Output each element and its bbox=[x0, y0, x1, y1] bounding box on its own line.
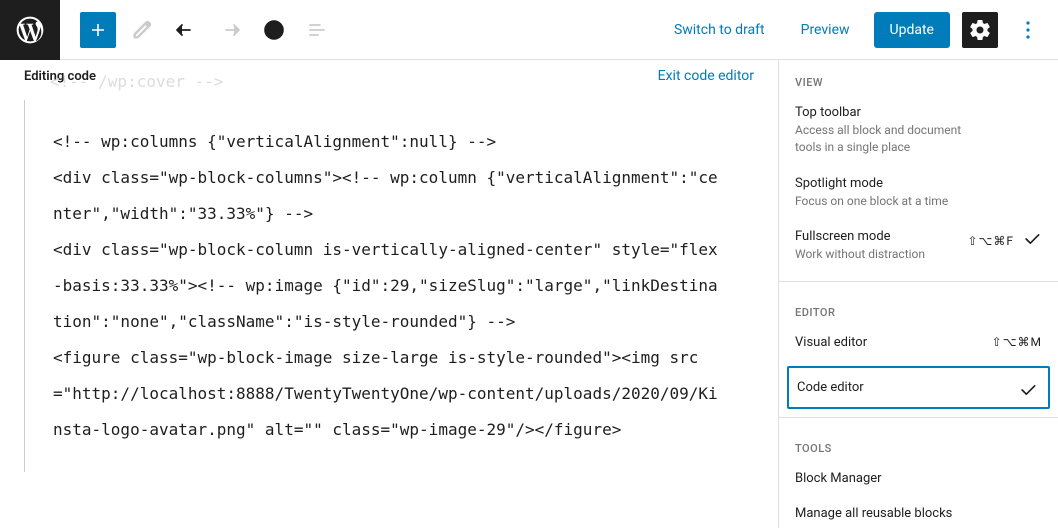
redo-button bbox=[212, 12, 248, 48]
spotlight-desc: Focus on one block at a time bbox=[795, 193, 965, 210]
divider bbox=[779, 281, 1058, 282]
spotlight-mode-option[interactable]: Spotlight mode Focus on one block at a t… bbox=[779, 166, 1058, 220]
wordpress-icon bbox=[14, 14, 46, 46]
list-icon bbox=[306, 18, 330, 42]
add-block-button[interactable] bbox=[80, 12, 116, 48]
options-sidebar: View Top toolbar Access all block and do… bbox=[778, 60, 1058, 528]
pencil-icon bbox=[130, 18, 154, 42]
code-content[interactable]: <!-- wp:columns {"verticalAlignment":nul… bbox=[53, 124, 726, 448]
fullscreen-desc: Work without distraction bbox=[795, 246, 965, 263]
redo-icon bbox=[218, 18, 242, 42]
more-options-button[interactable] bbox=[1010, 12, 1046, 48]
code-editor[interactable]: <!-- wp:columns {"verticalAlignment":nul… bbox=[24, 100, 754, 472]
editor-section-label: Editor bbox=[779, 290, 1058, 325]
preview-link[interactable]: Preview bbox=[789, 14, 862, 46]
top-toolbar-desc: Access all block and document tools in a… bbox=[795, 122, 965, 156]
code-editor-option[interactable]: Code editor bbox=[787, 366, 1050, 409]
reusable-blocks-option[interactable]: Manage all reusable blocks bbox=[779, 496, 1058, 528]
divider bbox=[779, 417, 1058, 418]
spotlight-title: Spotlight mode bbox=[795, 176, 1042, 191]
check-icon bbox=[1022, 229, 1042, 253]
info-button[interactable] bbox=[256, 12, 292, 48]
fullscreen-shortcut: ⇧⌥⌘F bbox=[967, 234, 1014, 248]
outline-button bbox=[300, 12, 336, 48]
gear-icon bbox=[968, 18, 992, 42]
visual-editor-option[interactable]: Visual editor ⇧⌥⌘M bbox=[779, 325, 1058, 360]
info-icon bbox=[262, 18, 286, 42]
tools-section-label: Tools bbox=[779, 426, 1058, 461]
fullscreen-mode-option[interactable]: Fullscreen mode Work without distraction… bbox=[779, 219, 1058, 273]
top-toolbar-option[interactable]: Top toolbar Access all block and documen… bbox=[779, 95, 1058, 166]
top-toolbar-title: Top toolbar bbox=[795, 105, 1042, 120]
plus-icon bbox=[86, 18, 110, 42]
block-manager-title: Block Manager bbox=[795, 471, 1042, 486]
update-button[interactable]: Update bbox=[874, 12, 950, 48]
dots-vertical-icon bbox=[1016, 18, 1040, 42]
faded-code-line: <!-- /wp:cover --> bbox=[50, 72, 223, 91]
wordpress-logo[interactable] bbox=[0, 0, 60, 60]
edit-button bbox=[124, 12, 160, 48]
check-icon bbox=[1018, 380, 1038, 404]
settings-button[interactable] bbox=[962, 12, 998, 48]
editor-area: <!-- /wp:cover --> Editing code Exit cod… bbox=[0, 60, 778, 528]
code-editor-title: Code editor bbox=[797, 380, 1040, 395]
exit-code-editor-link[interactable]: Exit code editor bbox=[658, 68, 754, 84]
switch-to-draft-link[interactable]: Switch to draft bbox=[662, 14, 777, 46]
block-manager-option[interactable]: Block Manager bbox=[779, 461, 1058, 496]
view-section-label: View bbox=[779, 60, 1058, 95]
undo-button[interactable] bbox=[168, 12, 204, 48]
reusable-blocks-title: Manage all reusable blocks bbox=[795, 506, 1042, 521]
undo-icon bbox=[174, 18, 198, 42]
visual-editor-shortcut: ⇧⌥⌘M bbox=[992, 335, 1042, 349]
